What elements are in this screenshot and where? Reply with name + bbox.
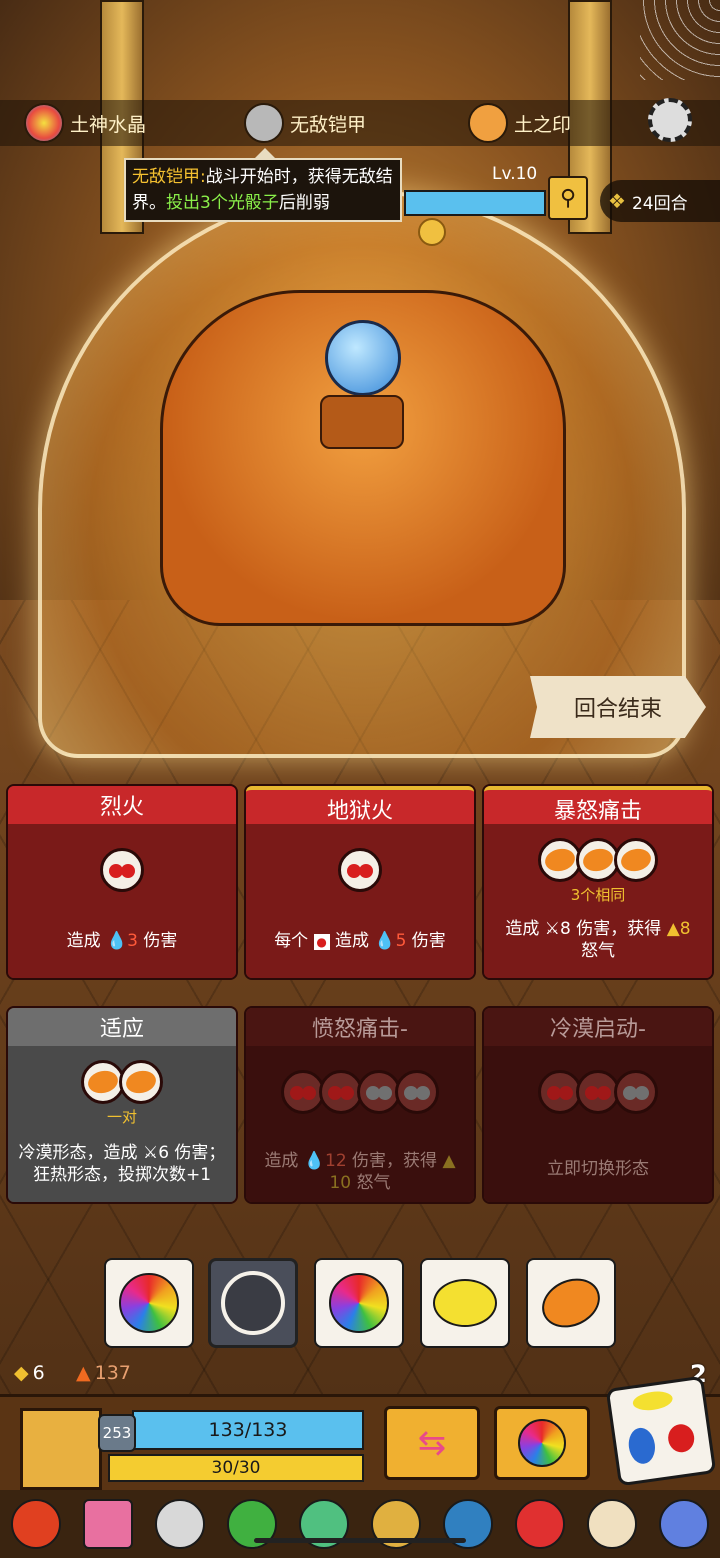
card-title: 适应 [8, 1008, 236, 1046]
blade-relic-icon[interactable] [155, 1499, 205, 1549]
skill-card-fire[interactable]: 烈火 造成 💧3 伤害 [6, 784, 238, 980]
roll-dice-button[interactable] [605, 1375, 717, 1487]
rage-counter: ▲ 137 [76, 1362, 131, 1384]
artifact-label: 土神水晶 [70, 113, 147, 136]
card-condition: 3个相同 [570, 886, 626, 904]
enemy-coin-icon [418, 218, 446, 246]
card-desc: 造成 💧3 伤害 [66, 931, 178, 951]
mango-slot-icon [614, 838, 658, 882]
skill-card-hellfire[interactable]: 地狱火 每个 ● 造成 💧5 伤害 [244, 784, 476, 980]
skill-card-angry-strike: 愤怒痛击- 造成 💧12 伤害，获得 ▲ 10 怒气 [244, 1006, 476, 1204]
die-rainbow[interactable] [104, 1258, 194, 1348]
tooltip-text-end: 后削弱 [278, 193, 330, 213]
skill-card-rage-strike[interactable]: 暴怒痛击 3个相同 造成 ⚔8 伤害，获得 ▲8 怒气 [482, 784, 714, 980]
home-indicator [254, 1538, 466, 1543]
die-lemon[interactable] [420, 1258, 510, 1348]
artifact-invincible-armor[interactable]: 无敌铠甲 [244, 103, 367, 143]
inspect-magnifier-icon[interactable]: ⚲ [548, 176, 588, 220]
swap-button[interactable]: ⇆ [384, 1406, 480, 1480]
die-stone-selected[interactable] [208, 1258, 298, 1348]
enemy-level: Lv.10 [492, 164, 538, 184]
heart-chest-relic-icon[interactable] [83, 1499, 133, 1549]
player-energy-bar: 30/30 [108, 1454, 364, 1482]
round-counter: ❖ 24回合 [600, 180, 720, 222]
player-hp-bar: 133/133 [132, 1410, 364, 1450]
card-title: 地狱火 [246, 786, 474, 828]
card-desc: 造成 ⚔8 伤害，获得 ▲8 怒气 [505, 919, 691, 961]
end-turn-button[interactable]: 回合结束 [530, 676, 706, 738]
spiked-dice-relic-icon[interactable] [587, 1499, 637, 1549]
round-label: 24回合 [631, 193, 688, 214]
blood-icon: ● [313, 934, 330, 950]
golem-gem [325, 320, 401, 396]
rainbow-swirl-icon [329, 1273, 389, 1333]
card-condition: 一对 [106, 1108, 137, 1126]
lemon-face-icon [631, 1389, 674, 1413]
artifact-tooltip: 无敌铠甲:战斗开始时，获得无敌结界。投出3个光骰子后削弱 [124, 158, 402, 222]
cherry-slot-icon [338, 848, 382, 892]
rainbow-swirl-icon [119, 1273, 179, 1333]
blue-face-icon [626, 1426, 658, 1466]
card-body: 造成 💧12 伤害，获得 ▲ 10 怒气 [246, 1046, 474, 1202]
card-body: 造成 💧3 伤害 [8, 824, 236, 978]
relic-bar [0, 1490, 720, 1558]
card-body: 立即切换形态 [484, 1046, 712, 1202]
cherry-face-icon [666, 1422, 697, 1454]
cherry-slot-icon [100, 848, 144, 892]
skill-card-cold-start: 冷漠启动- 立即切换形态 [482, 1006, 714, 1204]
swap-arrows-icon: ⇆ [417, 1423, 447, 1463]
card-title: 暴怒痛击 [484, 786, 712, 828]
dragon-relic-icon[interactable] [515, 1499, 565, 1549]
tooltip-name: 无敌铠甲: [132, 167, 206, 187]
card-title: 烈火 [8, 786, 236, 824]
rainbow-skill-button[interactable] [494, 1406, 590, 1480]
rainbow-swirl-icon [518, 1419, 566, 1467]
skill-card-adapt[interactable]: 适应 一对 冷漠形态，造成 ⚔6 伤害；狂热形态，投掷次数+1 [6, 1006, 238, 1204]
die-orange[interactable] [526, 1258, 616, 1348]
mango-icon [534, 1269, 608, 1337]
gold-icon: ◆ [14, 1362, 29, 1384]
artifact-earth-crystal[interactable]: 土神水晶 [24, 103, 147, 143]
armor-shield-badge: 253 [98, 1414, 136, 1452]
cherry-slot-icon [395, 1070, 439, 1114]
cherry-slot-icon [614, 1070, 658, 1114]
card-desc: 每个 ● 造成 💧5 伤害 [274, 931, 446, 951]
enemy-hp-bar [404, 190, 546, 216]
golem-face [320, 395, 404, 449]
scroll-icon: ❖ [608, 189, 626, 213]
card-body: 每个 ● 造成 💧5 伤害 [246, 824, 474, 978]
artifact-label: 无敌铠甲 [290, 113, 367, 136]
tooltip-arrow [255, 148, 275, 158]
player-avatar[interactable] [20, 1408, 102, 1490]
mango-slot-icon [119, 1060, 163, 1104]
tooltip-highlight: 投出3个光骰子 [166, 193, 279, 213]
card-desc: 立即切换形态 [547, 1159, 649, 1179]
ring-relic-icon[interactable] [11, 1499, 61, 1549]
artifact-label: 土之印 [514, 113, 572, 136]
stone-icon [221, 1271, 285, 1335]
armor-icon [244, 103, 284, 143]
die-rainbow[interactable] [314, 1258, 404, 1348]
moon-relic-icon[interactable] [659, 1499, 709, 1549]
gold-counter: ◆ 6 [14, 1362, 45, 1384]
card-title: 冷漠启动- [484, 1008, 712, 1046]
spider-web [640, 0, 720, 80]
card-title: 愤怒痛击- [246, 1008, 474, 1046]
flame-icon: ▲ [76, 1362, 91, 1384]
card-desc: 冷漠形态，造成 ⚔6 伤害；狂热形态，投掷次数+1 [18, 1143, 226, 1185]
lemon-icon [433, 1279, 497, 1327]
crystal-icon [24, 103, 64, 143]
card-body: 3个相同 造成 ⚔8 伤害，获得 ▲8 怒气 [484, 824, 712, 978]
settings-gear-icon[interactable] [648, 98, 692, 142]
card-desc: 造成 💧12 伤害，获得 ▲ 10 怒气 [264, 1151, 456, 1193]
artifact-earth-seal[interactable]: 土之印 [468, 103, 572, 143]
earth-seal-icon [468, 103, 508, 143]
card-body: 一对 冷漠形态，造成 ⚔6 伤害；狂热形态，投掷次数+1 [8, 1046, 236, 1202]
